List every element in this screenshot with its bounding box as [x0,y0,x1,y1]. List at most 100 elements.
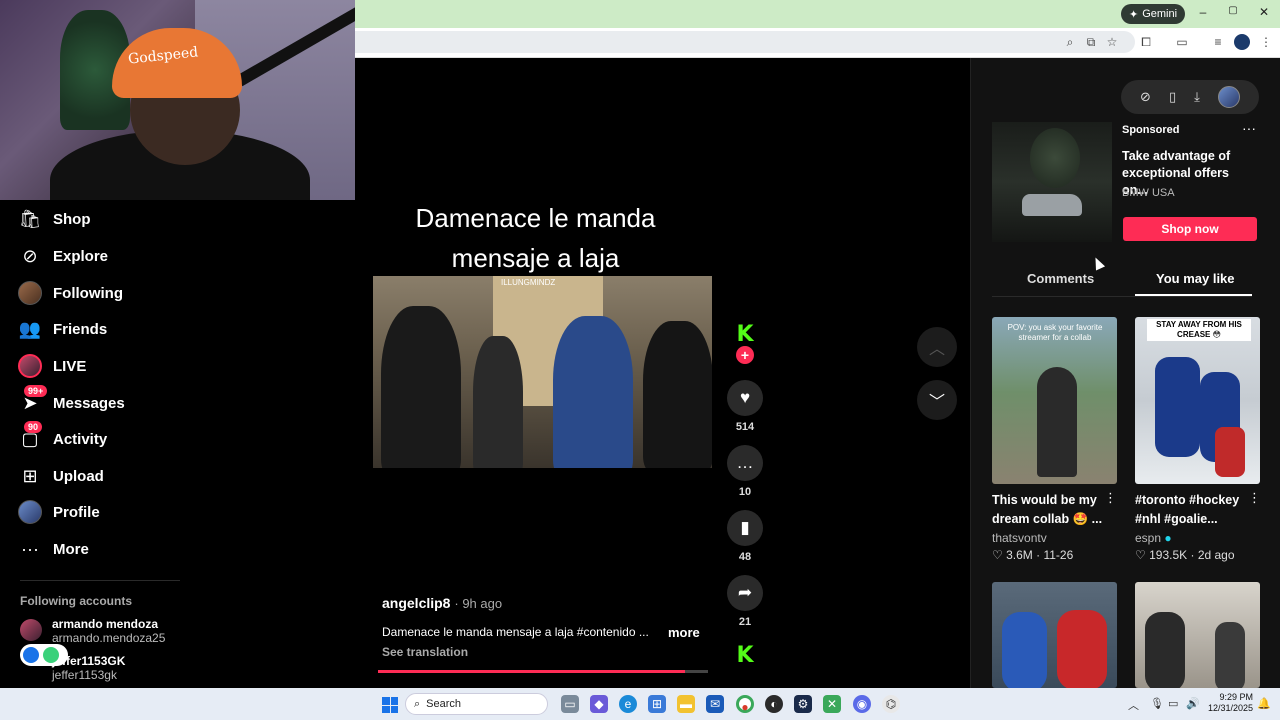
activity-icon: ▢ 90 [18,421,43,451]
recommended-video-caption[interactable]: This would be my dream collab 🤩 ... [992,491,1112,529]
more-link[interactable]: more [668,625,700,640]
avatar [18,500,42,524]
recommended-video-thumb[interactable]: POV: you ask your favorite streamer for … [992,317,1117,484]
cast-icon[interactable]: ▭ [1174,34,1190,50]
video-player[interactable]: ILLUNGMINDZ [373,276,712,468]
shop-now-button[interactable]: Shop now [1123,217,1257,241]
bookmark-star-icon[interactable]: ☆ [1104,34,1120,50]
power-icon [43,647,59,663]
file-explorer-icon[interactable]: ▬ [677,695,695,713]
recommended-video-thumb[interactable]: STAY AWAY FROM HIS CREASE 😳 [1135,317,1260,484]
following-account-item[interactable]: armando mendoza armando.mendoza25 [20,617,165,645]
recommended-video-author[interactable]: thatsvontv [992,531,1047,545]
notification-icon[interactable]: 🔔 [1257,697,1271,710]
kick-logo-icon: K [734,645,756,667]
chevron-down-icon: ﹀ [928,394,945,411]
sponsored-label: Sponsored [1122,124,1180,136]
recommended-video-caption[interactable]: #toronto #hockey #nhl #goalie... [1135,491,1255,529]
minimize-button[interactable]: – [1194,5,1212,19]
next-creator-avatar[interactable]: K [722,645,768,667]
mail-icon[interactable]: ✉ [706,695,724,713]
address-bar[interactable] [355,31,1135,53]
sidebar-item-profile[interactable]: Profile [18,497,100,527]
extension-toggle[interactable] [20,644,68,666]
taskbar-search[interactable]: ⌕ Search [405,693,548,715]
close-button[interactable]: ✕ [1255,5,1273,19]
download-icon[interactable]: ⤓ [1194,89,1200,105]
sidebar-item-explore[interactable]: ⊘ Explore [18,241,108,271]
kebab-menu-icon[interactable]: ⋮ [1248,490,1261,506]
sidebar-item-shop[interactable]: 🛍 Shop [18,204,91,234]
heart-icon: ♥ [727,380,763,416]
recommended-video-author[interactable]: espn ● [1135,531,1172,545]
compass-icon: ⊘ [22,245,38,266]
save-button[interactable]: ▮ 48 [722,510,768,563]
xbox-icon[interactable]: ✕ [823,695,841,713]
app-icon[interactable]: ⌬ [882,695,900,713]
bookmark-icon: ▮ [727,510,763,546]
follow-plus-icon[interactable]: + [736,346,754,364]
recommended-video-thumb[interactable] [1135,582,1260,688]
kebab-menu-icon[interactable]: ⋮ [1104,490,1117,506]
video-description: Damenace le manda mensaje a laja #conten… [382,625,649,639]
tab-comments[interactable]: Comments [1027,271,1094,286]
avatar [18,281,42,305]
video-author[interactable]: angelclip8 · 9h ago [382,595,502,611]
microphone-icon[interactable]: 🎙 [1150,697,1164,710]
obs-icon[interactable]: ◐ [765,695,783,713]
compass-icon[interactable]: ⊘ [1140,89,1151,105]
maximize-button[interactable]: ▢ [1224,5,1242,16]
person [1145,612,1185,688]
task-view-icon[interactable]: ▭ [561,695,579,713]
previous-video-button[interactable]: ︿ [917,327,957,367]
taskbar-clock[interactable]: 9:29 PM 12/31/2025 [1208,692,1253,714]
avatar[interactable] [1217,86,1240,108]
extensions-icon[interactable]: ⧠ [1138,34,1154,50]
person [1002,612,1047,688]
following-accounts-header: Following accounts [20,594,133,608]
avatar [18,354,42,378]
zoom-icon[interactable]: ⌕ [1062,34,1078,50]
person [1037,367,1077,477]
comment-button[interactable]: … 10 [722,445,768,498]
see-translation-link[interactable]: See translation [382,645,468,659]
like-button[interactable]: ♥ 514 [722,380,768,433]
phone-icon[interactable]: ▯ [1169,89,1176,105]
profile-avatar[interactable] [1234,34,1250,50]
copilot-icon[interactable]: ◆ [590,695,608,713]
video-watermark: ILLUNGMINDZ [501,278,556,287]
install-app-icon[interactable]: ⧉ [1083,34,1099,50]
edge-icon[interactable]: e [619,695,637,713]
sidebar-item-following[interactable]: Following [18,278,123,308]
ad-options-icon[interactable]: ··· [1242,120,1256,136]
sidebar-item-upload[interactable]: ⊞ Upload [18,461,103,491]
person [553,316,633,468]
sidebar-item-more[interactable]: ··· More [18,534,89,564]
search-icon: ⌕ [414,697,421,710]
account-name: armando mendoza [52,617,159,631]
tab-you-may-like[interactable]: You may like [1156,271,1235,286]
windows-start-button[interactable] [382,697,398,713]
store-icon[interactable]: ⊞ [648,695,666,713]
sidebar-item-messages[interactable]: ➤ 99+ Messages [18,385,125,418]
sidebar-item-activity[interactable]: ▢ 90 Activity [18,421,107,454]
chrome-icon[interactable]: ● [736,695,754,714]
sidebar-item-friends[interactable]: 👥 Friends [18,314,107,344]
sidebar-item-live[interactable]: LIVE [18,351,86,381]
media-control-icon[interactable]: ≡ [1210,34,1226,50]
tray-overflow-icon[interactable]: ︿ [1128,697,1139,713]
heart-outline-icon: ♡ [992,548,1003,562]
kebab-menu-icon[interactable]: ⋮ [1258,34,1274,50]
recommended-video-thumb[interactable] [992,582,1117,688]
person [1215,622,1245,688]
steam-icon[interactable]: ⚙ [794,695,812,713]
kick-logo-icon: K [734,324,756,346]
creator-avatar-button[interactable]: K + [722,324,768,364]
discord-icon[interactable]: ◉ [853,695,871,713]
volume-icon[interactable]: 🔊 [1186,697,1200,710]
share-button[interactable]: ➦ 21 [722,575,768,628]
gemini-button[interactable]: ✦ Gemini [1121,4,1186,24]
next-video-button[interactable]: ﹀ [917,380,957,420]
recommended-video-stats: ♡ 3.6M · 11-26 [992,548,1074,562]
network-icon[interactable]: ▭ [1168,697,1178,710]
